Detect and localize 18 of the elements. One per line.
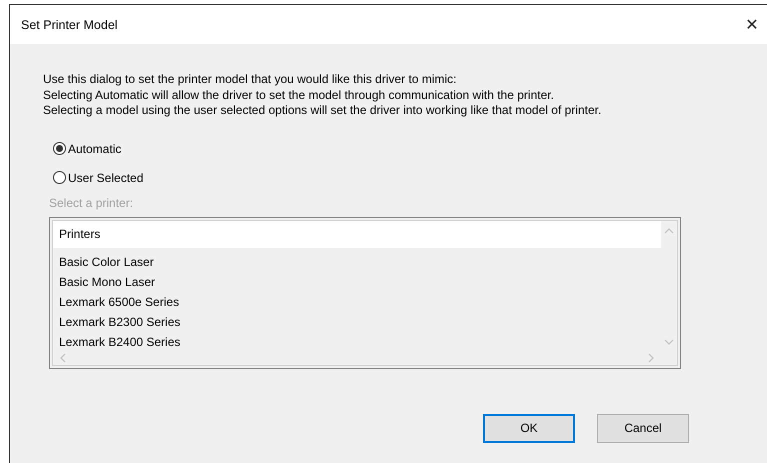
description-text: Use this dialog to set the printer model that you would like this driver to mimic:	[43, 72, 458, 88]
scroll-up-icon[interactable]	[664, 226, 674, 234]
dialog-button[interactable]: Cancel	[597, 414, 689, 442]
radio-label[interactable]: Automatic	[68, 142, 122, 156]
description-text: Selecting Automatic will allow the driver to set the model through communication with the printer.	[43, 88, 555, 103]
scroll-right-icon[interactable]	[647, 353, 655, 363]
radio-button[interactable]	[53, 171, 66, 184]
dialog-button[interactable]: OK	[483, 414, 575, 442]
radio-button[interactable]	[53, 142, 66, 155]
scroll-down-icon[interactable]	[664, 338, 674, 346]
horizontal-scrollbar[interactable]	[52, 352, 678, 366]
description-text: Selecting a model using the user selected options will set the driver into working like that model of printer.	[43, 103, 602, 118]
radio-label[interactable]: User Selected	[68, 170, 144, 184]
list-label: Select a printer:	[49, 196, 134, 210]
scroll-left-icon[interactable]	[59, 353, 67, 363]
close-button[interactable]: ✕	[737, 10, 767, 40]
list-header: Printers	[53, 220, 661, 248]
window-title: Set Printer Model	[21, 18, 118, 32]
